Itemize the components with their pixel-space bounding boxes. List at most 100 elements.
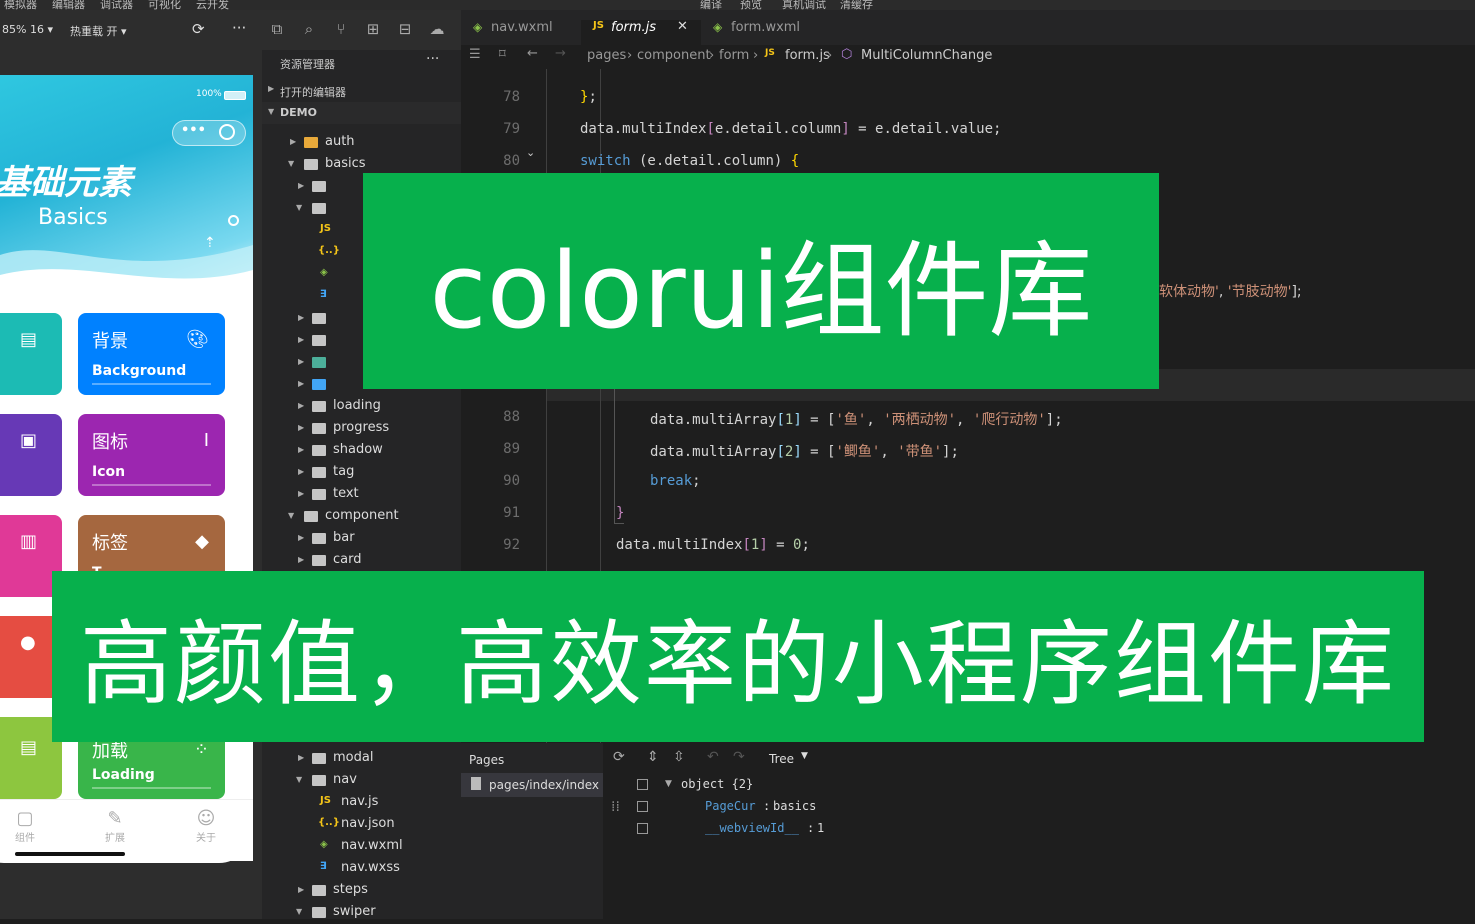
row-checkbox[interactable] bbox=[637, 823, 648, 834]
close-icon[interactable]: ✕ bbox=[677, 19, 688, 34]
open-editors-section[interactable]: ▶ 打开的编辑器 bbox=[262, 80, 461, 102]
forward-icon[interactable]: → bbox=[555, 46, 566, 61]
fold-chevron-icon[interactable]: ⌄ bbox=[526, 146, 535, 159]
dropdown-icon[interactable]: ▼ bbox=[801, 751, 808, 761]
tree-item-text[interactable]: ▶ text bbox=[262, 484, 461, 506]
capsule-close-icon[interactable] bbox=[219, 124, 235, 140]
js-file-icon: JS bbox=[320, 795, 331, 806]
chevron-right-icon: ▶ bbox=[298, 467, 305, 476]
tree-label: steps bbox=[333, 882, 368, 897]
tree-item-tag[interactable]: ▶ tag bbox=[262, 462, 461, 484]
debug-icon[interactable]: ⊟ bbox=[396, 20, 414, 38]
chevron-down-icon[interactable]: ▼ bbox=[665, 779, 672, 789]
tile-left-1[interactable]: ▤ bbox=[0, 313, 62, 395]
data-value[interactable]: basics bbox=[773, 799, 816, 813]
tree-item-component[interactable]: ▼ component bbox=[262, 506, 461, 528]
tree-item-shadow[interactable]: ▶ shadow bbox=[262, 440, 461, 462]
data-value[interactable]: 1 bbox=[817, 821, 824, 835]
tab-component[interactable]: ▢ 组件 bbox=[0, 808, 50, 844]
redo-icon[interactable]: ↷ bbox=[733, 749, 745, 765]
refresh-icon[interactable]: ⟳ bbox=[613, 749, 625, 765]
tree-item-swiper[interactable]: ▼ swiper bbox=[262, 902, 461, 924]
extensions-icon[interactable]: ⊞ bbox=[364, 20, 382, 38]
menu-cloud[interactable]: 云开发 bbox=[196, 0, 229, 10]
menu-remote-debug[interactable]: 真机调试 bbox=[782, 0, 826, 10]
search-icon[interactable]: ⌕ bbox=[300, 20, 318, 38]
crumb-file[interactable]: form.js bbox=[785, 48, 830, 63]
files-icon[interactable]: ⧉ bbox=[268, 20, 286, 38]
tree-item-steps[interactable]: ▶ steps bbox=[262, 880, 461, 902]
menu-clear-cache[interactable]: 清缓存 bbox=[840, 0, 873, 10]
code-line-90[interactable]: break; bbox=[650, 473, 701, 489]
hot-reload-toggle[interactable]: 热重载 开 ▾ bbox=[70, 23, 127, 39]
tile-background[interactable]: 背景 Background 🎨︎ bbox=[78, 313, 225, 395]
tree-item-nav-wxss[interactable]: ∃ nav.wxss bbox=[262, 858, 461, 880]
code-line-80[interactable]: switch (e.detail.column) { bbox=[580, 153, 799, 169]
code-line-79[interactable]: data.multiIndex[e.detail.column] = e.det… bbox=[580, 121, 1001, 137]
undo-icon[interactable]: ↶ bbox=[707, 749, 719, 765]
capsule-more-icon[interactable]: ••• bbox=[181, 123, 206, 138]
crumb-form[interactable]: form bbox=[719, 48, 749, 63]
explorer-more-icon[interactable]: ··· bbox=[426, 51, 439, 67]
project-section[interactable]: ▼ DEMO bbox=[262, 102, 461, 124]
back-icon[interactable]: ← bbox=[527, 46, 538, 61]
tree-item-nav-js[interactable]: JS nav.js bbox=[262, 792, 461, 814]
code-line-91[interactable]: } bbox=[616, 505, 624, 521]
tile-left-2[interactable]: ▣ bbox=[0, 414, 62, 496]
tab-about[interactable]: ☺ 关于 bbox=[181, 808, 231, 844]
menu-editor[interactable]: 编辑器 bbox=[52, 0, 85, 10]
data-key: __webviewId__ bbox=[705, 821, 799, 835]
collapse-icon[interactable]: ⇳ bbox=[673, 749, 685, 765]
tree-label: card bbox=[333, 552, 362, 567]
code-line-78[interactable]: }; bbox=[580, 89, 597, 105]
capsule-menu[interactable]: ••• bbox=[172, 120, 246, 146]
tree-item-card[interactable]: ▶ card bbox=[262, 550, 461, 572]
zoom-select[interactable]: 85% 16 ▾ bbox=[2, 23, 53, 36]
page-list-item[interactable]: pages/index/index bbox=[461, 773, 603, 797]
tree-item-bar[interactable]: ▶ bar bbox=[262, 528, 461, 550]
code-line-92[interactable]: data.multiIndex[1] = 0; bbox=[616, 537, 810, 553]
tree-item-nav[interactable]: ▼ nav bbox=[262, 770, 461, 792]
crumb-symbol[interactable]: MultiColumnChange bbox=[861, 48, 992, 63]
tab-form-js[interactable]: JS form.js ✕ bbox=[581, 19, 701, 45]
bookmark-icon[interactable]: ⌑ bbox=[499, 47, 506, 62]
tree-item-loading[interactable]: ▶ loading bbox=[262, 396, 461, 418]
menu-compile[interactable]: 编译 bbox=[700, 0, 722, 10]
page-file-icon bbox=[471, 777, 481, 790]
drag-handle-icon[interactable]: ⁞⁞ bbox=[611, 799, 620, 815]
row-checkbox[interactable] bbox=[637, 779, 648, 790]
folder-icon bbox=[312, 423, 326, 434]
more-icon[interactable]: ··· bbox=[232, 19, 246, 37]
hero-banner: 100% ••• 基础元素 Basics ⇡ bbox=[0, 75, 253, 300]
tile-divider bbox=[92, 383, 211, 385]
json-file-icon: {..} bbox=[318, 817, 340, 828]
tree-item-modal[interactable]: ▶ modal bbox=[262, 748, 461, 770]
tree-item-progress[interactable]: ▶ progress bbox=[262, 418, 461, 440]
menu-simulator[interactable]: 模拟器 bbox=[4, 0, 37, 10]
menu-visual[interactable]: 可视化 bbox=[148, 0, 181, 10]
code-line-88[interactable]: data.multiArray[1] = ['鱼', '两栖动物', '爬行动物… bbox=[650, 409, 1063, 429]
tile-icon[interactable]: 图标 Icon Ⅰ bbox=[78, 414, 225, 496]
git-icon[interactable]: ⑂ bbox=[332, 20, 350, 38]
tree-item-nav-wxml[interactable]: ◈ nav.wxml bbox=[262, 836, 461, 858]
code-line-89[interactable]: data.multiArray[2] = ['鲫鱼', '带鱼']; bbox=[650, 441, 959, 461]
crumb-component[interactable]: component bbox=[637, 48, 711, 63]
tree-item-auth[interactable]: ▶ auth bbox=[262, 132, 461, 154]
list-icon[interactable]: ☰ bbox=[469, 47, 481, 62]
refresh-icon[interactable]: ⟳ bbox=[192, 20, 205, 38]
tree-label: basics bbox=[325, 156, 366, 171]
tree-label: nav bbox=[333, 772, 357, 787]
data-colon: : bbox=[807, 821, 815, 835]
cloud-icon[interactable]: ☁ bbox=[428, 20, 446, 38]
menu-debugger[interactable]: 调试器 bbox=[100, 0, 133, 10]
hero-subtitle: Basics bbox=[38, 205, 108, 230]
crumb-pages[interactable]: pages bbox=[587, 48, 626, 63]
code-line-fragment[interactable]: 软体动物', '节肢动物']; bbox=[1159, 281, 1302, 301]
tree-item-nav-json[interactable]: {..} nav.json bbox=[262, 814, 461, 836]
expand-icon[interactable]: ⇕ bbox=[647, 749, 659, 765]
view-mode-select[interactable]: Tree bbox=[769, 752, 794, 766]
tab-extend[interactable]: ✎ 扩展 bbox=[90, 808, 140, 844]
row-checkbox[interactable] bbox=[637, 801, 648, 812]
menu-preview[interactable]: 预览 bbox=[740, 0, 762, 10]
tab-label: form.wxml bbox=[731, 20, 801, 35]
